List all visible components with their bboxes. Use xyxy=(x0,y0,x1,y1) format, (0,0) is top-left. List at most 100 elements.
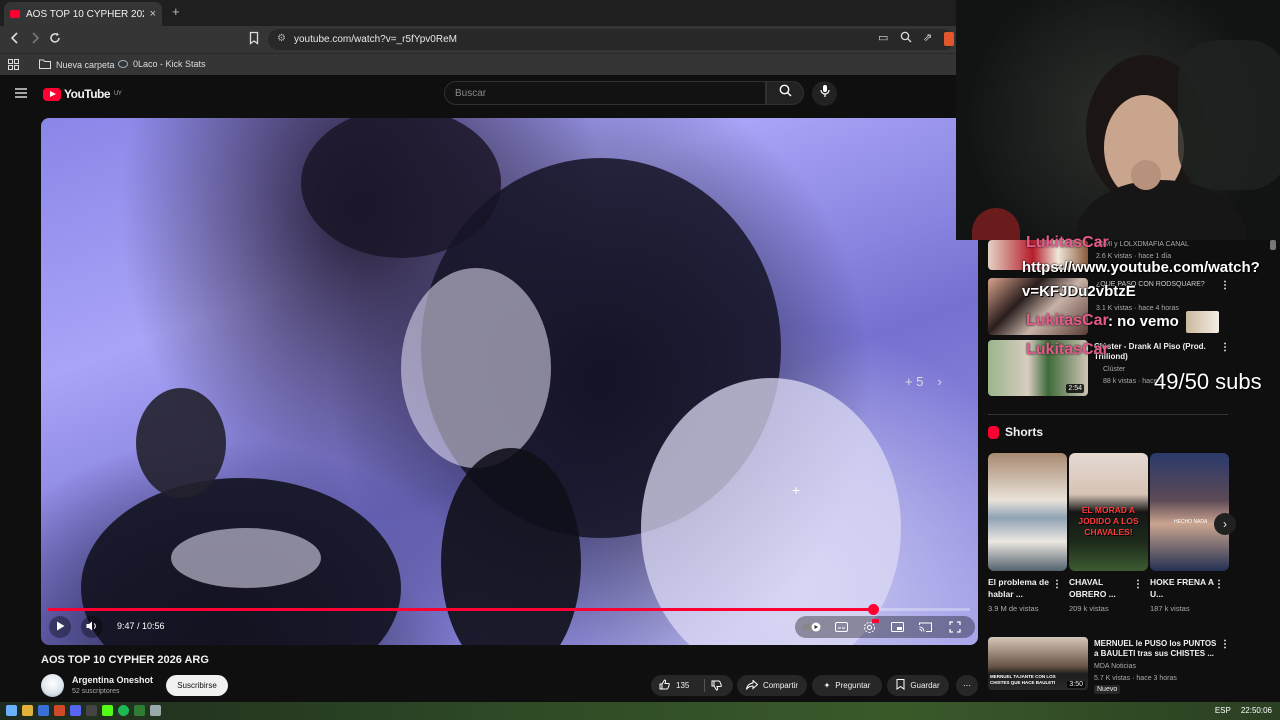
new-tab-button[interactable]: + xyxy=(172,4,180,19)
recommended-title: Clúster - Drank Al Piso (Prod. Trilliond… xyxy=(1094,342,1206,361)
short-thumbnail[interactable]: HECHO NADA xyxy=(1150,453,1229,571)
search-input[interactable]: Buscar xyxy=(444,81,766,105)
brave-browser-icon[interactable] xyxy=(54,705,65,716)
like-dislike-group: 135 xyxy=(651,675,733,696)
bookmark-kick-stats[interactable]: 0Laco - Kick Stats xyxy=(118,59,206,69)
save-button[interactable]: Guardar xyxy=(887,675,949,696)
more-vertical-icon[interactable]: ⋮ xyxy=(1133,579,1143,590)
subscribe-button[interactable]: Suscribirse xyxy=(166,675,228,696)
channel-avatar[interactable] xyxy=(41,674,64,697)
share-page-icon[interactable]: ⇗ xyxy=(923,31,932,44)
webcam-chair-shape xyxy=(1178,40,1280,190)
browser-tab[interactable]: AOS TOP 10 CYPHER 2026 ARG × xyxy=(4,2,162,26)
more-vertical-icon[interactable]: ⋮ xyxy=(1220,639,1230,650)
short-title[interactable]: CHAVAL OBRERO ... xyxy=(1069,576,1133,600)
youtube-header: YouTube UY Buscar xyxy=(0,75,956,115)
app-icon[interactable] xyxy=(134,705,145,716)
hamburger-menu-icon[interactable] xyxy=(15,85,27,102)
next-video-overlay[interactable]: + 5 › xyxy=(905,374,942,389)
play-button[interactable] xyxy=(49,616,71,638)
subtitles-icon[interactable] xyxy=(831,616,851,638)
address-bar[interactable]: ⚙ youtube.com/watch?v=_r5fYpv0ReM xyxy=(268,29,954,50)
short-title[interactable]: HOKE FRENA A U... xyxy=(1150,576,1214,600)
brave-shield-icon[interactable] xyxy=(944,32,954,46)
more-vertical-icon[interactable]: ⋮ xyxy=(1052,579,1062,590)
clock[interactable]: 22:50:06 xyxy=(1241,706,1272,715)
bookmarks-bar: Nueva carpeta 0Laco - Kick Stats xyxy=(0,53,956,75)
apps-grid-icon[interactable] xyxy=(8,59,19,70)
ask-button[interactable]: ✦ Preguntar xyxy=(812,675,882,696)
reload-icon[interactable] xyxy=(48,31,62,48)
youtube-logo[interactable]: YouTube UY xyxy=(43,87,122,101)
app-icon[interactable] xyxy=(150,705,161,716)
video-frame-shape xyxy=(171,528,321,588)
back-icon[interactable] xyxy=(9,31,21,48)
recommended-video[interactable]: MERNUEL TAJANTE CON LOS CHISTES QUE HACE… xyxy=(988,637,1230,695)
bookmark-icon[interactable] xyxy=(248,31,260,48)
bookmark-label: Nueva carpeta xyxy=(56,60,115,70)
youtube-play-logo-icon xyxy=(43,87,61,101)
kick-icon[interactable] xyxy=(102,705,113,716)
short-thumbnail[interactable] xyxy=(988,453,1067,571)
mail-icon[interactable] xyxy=(38,705,49,716)
folder-icon xyxy=(39,59,51,71)
chevron-right-icon: › xyxy=(937,374,942,389)
share-button[interactable]: Compartir xyxy=(737,675,807,696)
shorts-header: Shorts xyxy=(988,425,1043,439)
recommended-title: MERNUEL le PUSO los PUNTOS a BAULETI tra… xyxy=(1094,639,1217,658)
volume-button[interactable] xyxy=(81,616,103,638)
windows-start-icon[interactable] xyxy=(6,705,17,716)
file-explorer-icon[interactable] xyxy=(22,705,33,716)
short-views: 209 k vistas xyxy=(1069,604,1109,613)
search-button[interactable] xyxy=(766,81,804,105)
save-label: Guardar xyxy=(910,681,940,690)
miniplayer-icon[interactable] xyxy=(887,616,907,638)
video-player[interactable]: + 5 › + 9:47 / 10:56 xyxy=(41,118,978,645)
like-button[interactable]: 135 xyxy=(659,679,689,692)
windows-taskbar: ESP 22:50:06 xyxy=(0,702,1280,720)
next-count: + 5 xyxy=(905,374,924,389)
recommended-channel: MDA Noticias xyxy=(1094,663,1137,670)
chat-username: LukitasCar xyxy=(1026,234,1109,251)
webcam-cup-shape xyxy=(972,208,1020,240)
fullscreen-icon[interactable] xyxy=(945,616,965,638)
more-horizontal-icon: ⋯ xyxy=(963,681,971,690)
chat-message: v=KFJDu2vbtzE xyxy=(1022,283,1136,300)
logo-text: YouTube xyxy=(64,87,111,101)
more-vertical-icon[interactable]: ⋮ xyxy=(1220,342,1230,353)
zoom-icon[interactable] xyxy=(900,31,912,46)
site-info-icon[interactable]: ⚙ xyxy=(277,33,286,44)
language-indicator[interactable]: ESP xyxy=(1215,706,1231,715)
tab-close-icon[interactable]: × xyxy=(150,8,156,20)
more-vertical-icon[interactable]: ⋮ xyxy=(1220,280,1230,291)
scrollbar-thumb[interactable] xyxy=(1270,240,1276,250)
autoplay-toggle[interactable] xyxy=(801,616,823,638)
cast-icon[interactable] xyxy=(915,616,935,638)
channel-name[interactable]: Argentina Oneshot xyxy=(72,675,153,685)
progress-bar[interactable] xyxy=(48,604,970,615)
like-divider xyxy=(704,679,705,692)
spotify-icon[interactable] xyxy=(118,705,129,716)
obs-icon[interactable] xyxy=(86,705,97,716)
dislike-button[interactable] xyxy=(711,680,722,693)
bookmark-label: 0Laco - Kick Stats xyxy=(133,59,206,69)
thumbs-down-icon xyxy=(711,680,722,693)
forward-icon[interactable] xyxy=(29,31,41,48)
like-count: 135 xyxy=(676,681,690,690)
browser-nav-bar: ⚙ youtube.com/watch?v=_r5fYpv0ReM ▭ ⇗ xyxy=(0,26,956,53)
short-thumbnail[interactable]: EL MORAD A JODIDO A LOS CHAVALES! xyxy=(1069,453,1148,571)
voice-search-button[interactable] xyxy=(812,81,837,106)
time-display: 9:47 / 10:56 xyxy=(117,621,165,631)
discord-icon[interactable] xyxy=(70,705,81,716)
settings-gear-icon[interactable] xyxy=(859,616,879,638)
short-title[interactable]: El problema de hablar ... xyxy=(988,576,1052,600)
cast-icon[interactable]: ▭ xyxy=(878,31,888,44)
save-bookmark-icon xyxy=(896,679,905,692)
more-vertical-icon[interactable]: ⋮ xyxy=(1214,579,1224,590)
recommended-meta: 5.7 K vistas · hace 3 horas xyxy=(1094,675,1177,682)
shorts-next-button[interactable]: › xyxy=(1214,513,1236,535)
tab-title: AOS TOP 10 CYPHER 2026 ARG xyxy=(26,8,144,20)
more-actions-button[interactable]: ⋯ xyxy=(956,675,978,696)
right-controls-group xyxy=(795,616,975,638)
bookmark-folder[interactable]: Nueva carpeta xyxy=(39,59,115,71)
